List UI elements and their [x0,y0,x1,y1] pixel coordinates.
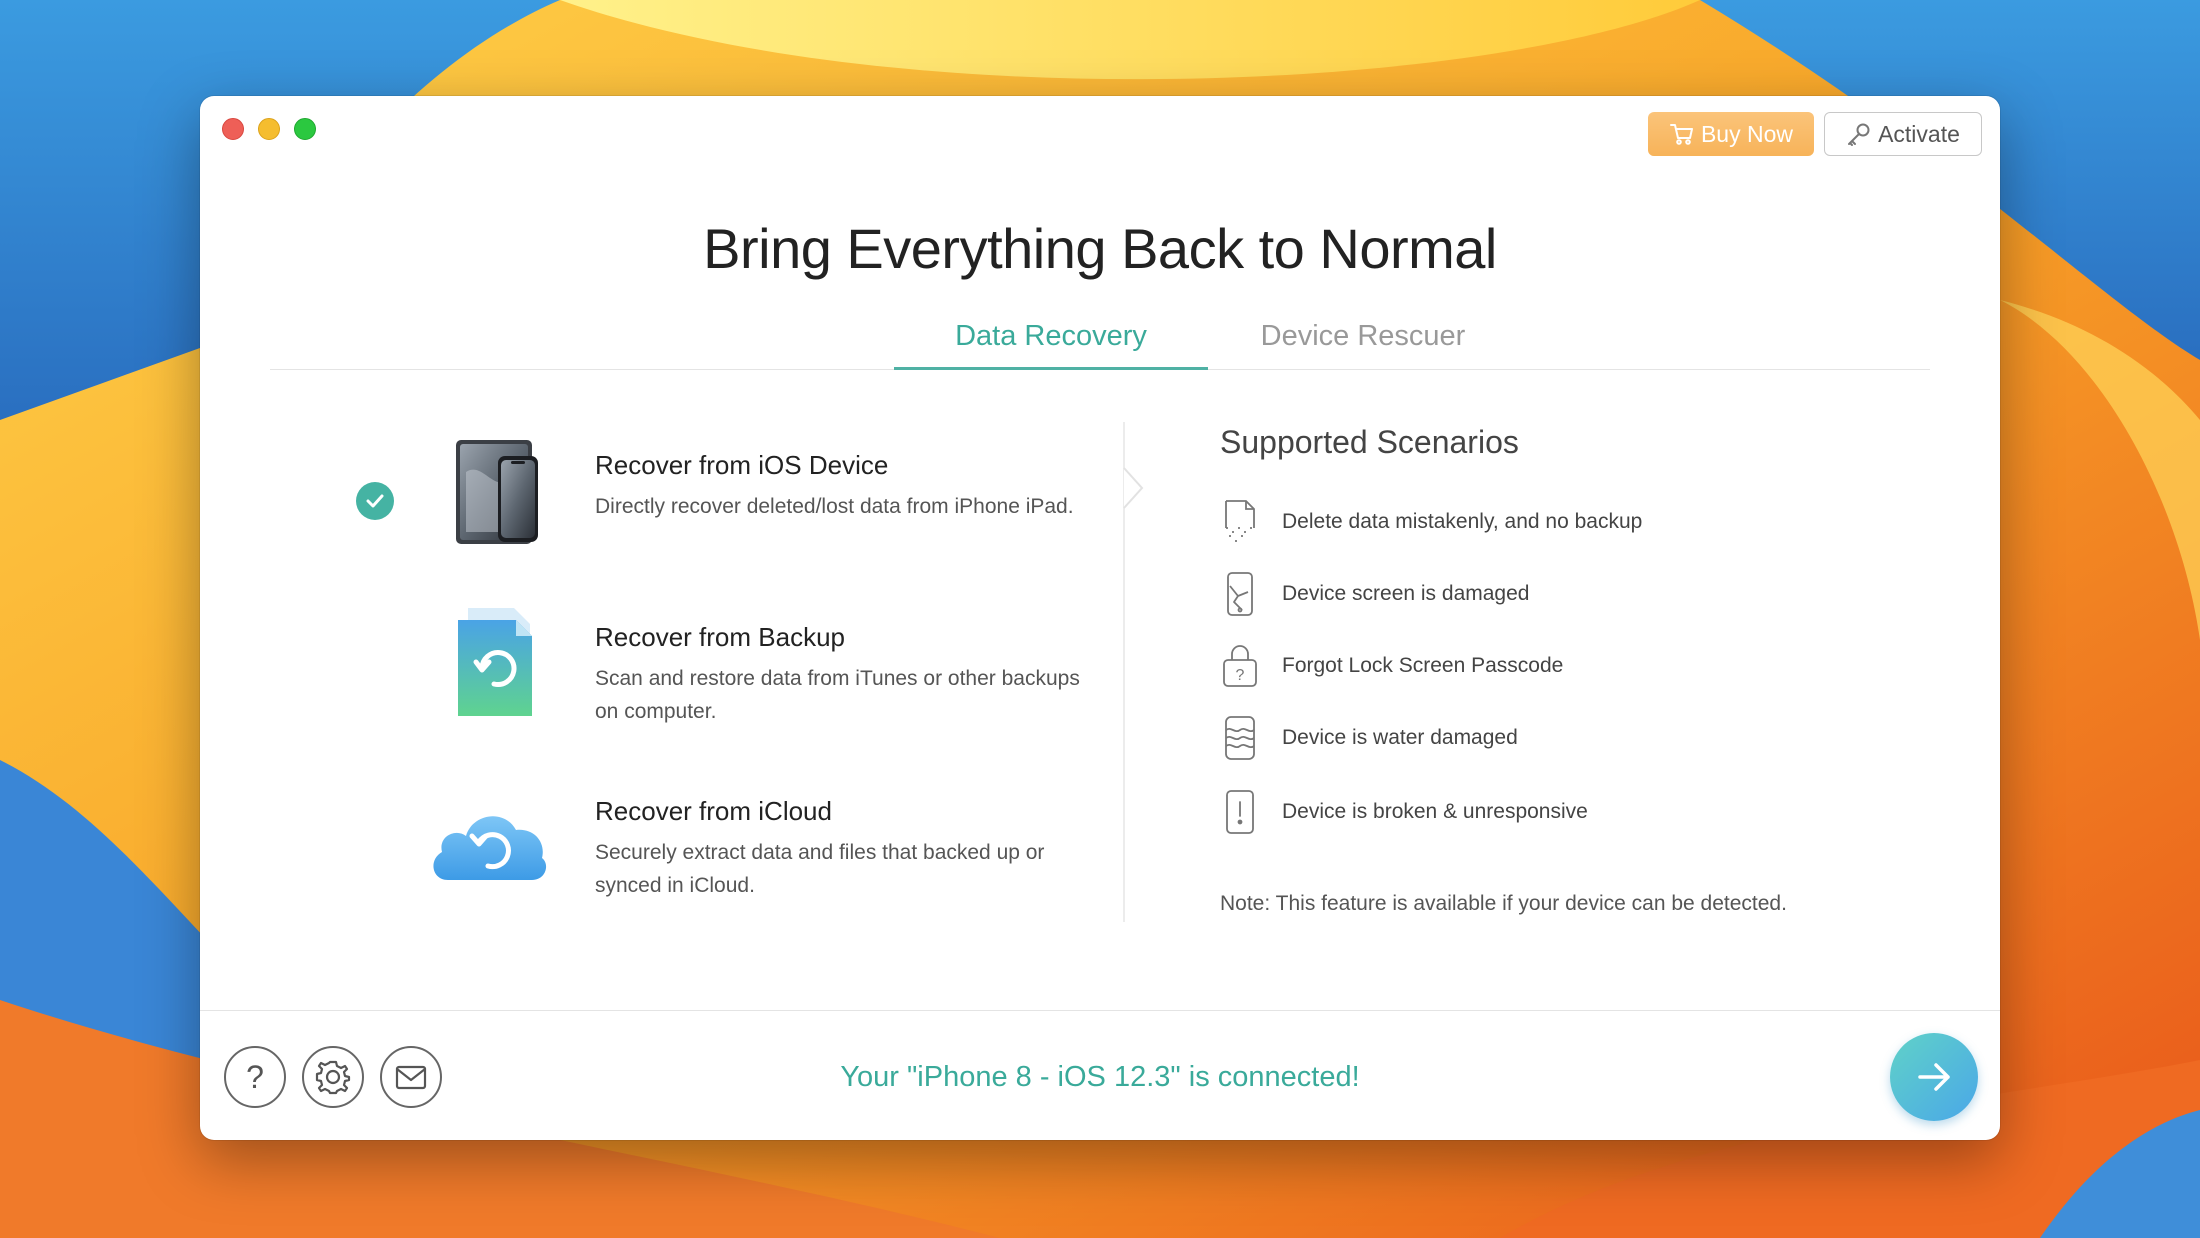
buy-now-button[interactable]: Buy Now [1648,112,1814,156]
option-title: Recover from iCloud [595,796,832,826]
scenario-text: Device screen is damaged [1282,582,1530,605]
option-description: Scan and restore data from iTunes or oth… [595,667,1080,723]
scenario-text: Device is water damaged [1282,726,1518,749]
minimize-window-button[interactable] [258,118,280,140]
backup-file-icon [458,608,532,716]
option-title: Recover from Backup [595,622,845,652]
zoom-window-button[interactable] [294,118,316,140]
option-description: Securely extract data and files that bac… [595,841,1045,897]
ios-device-icon [456,440,538,544]
icloud-icon [433,816,547,880]
next-button[interactable] [1890,1033,1978,1121]
footer-bar: ? Your "iPhone 8 - iOS 12.3" is connecte… [200,1010,2000,1140]
scenarios-title: Supported Scenarios [1220,424,1519,460]
page-title: Bring Everything Back to Normal [703,217,1497,280]
key-icon [1848,123,1870,146]
scenario-text: Forgot Lock Screen Passcode [1282,654,1564,677]
option-title: Recover from iOS Device [595,450,889,480]
scenario-item: Device is broken & unresponsive [1220,788,1920,836]
scenarios-note: Note: This feature is available if your … [1220,892,1787,915]
option-description: Directly recover deleted/lost data from … [595,495,1074,518]
scenario-item: ? Forgot Lock Screen Passcode [1220,642,1920,690]
tab-device-rescuer[interactable]: Device Rescuer [1208,314,1518,370]
option-recover-backup[interactable]: Recover from Backup Scan and restore dat… [200,604,1100,744]
svg-text:?: ? [1236,667,1245,684]
tab-data-recovery[interactable]: Data Recovery [894,314,1208,370]
option-recover-icloud[interactable]: Recover from iCloud Securely extract dat… [200,778,1100,918]
mode-tabs: Data Recovery Device Rescuer [270,314,1930,370]
option-recover-ios-device[interactable]: Recover from iOS Device Directly recover… [200,432,1100,572]
buy-now-label: Buy Now [1700,120,1794,147]
activate-button[interactable]: Activate [1824,112,1982,156]
divider-arrow-icon [1123,467,1144,509]
app-window: Buy Now Activate Bring Everything Back t… [200,96,2000,1140]
scenario-item: Delete data mistakenly, and no backup [1220,498,1920,546]
scenario-text: Device is broken & unresponsive [1282,800,1588,823]
selected-check-icon [356,482,394,520]
scenario-item: Device is water damaged [1220,714,1920,762]
activate-label: Activate [1878,120,1960,147]
broken-screen-icon [1227,572,1253,616]
shopping-cart-icon [1669,124,1693,145]
water-damage-icon [1225,716,1255,760]
arrow-right-icon [1918,1063,1950,1091]
device-alert-icon [1226,790,1254,834]
scenario-text: Delete data mistakenly, and no backup [1282,510,1643,533]
deleted-file-icon [1225,500,1255,542]
window-controls [222,118,316,140]
connection-status: Your "iPhone 8 - iOS 12.3" is connected! [840,1061,1360,1093]
top-action-buttons: Buy Now Activate [1648,112,1982,156]
scenario-item: Device screen is damaged [1220,570,1920,618]
close-window-button[interactable] [222,118,244,140]
lock-question-icon: ? [1223,645,1257,687]
